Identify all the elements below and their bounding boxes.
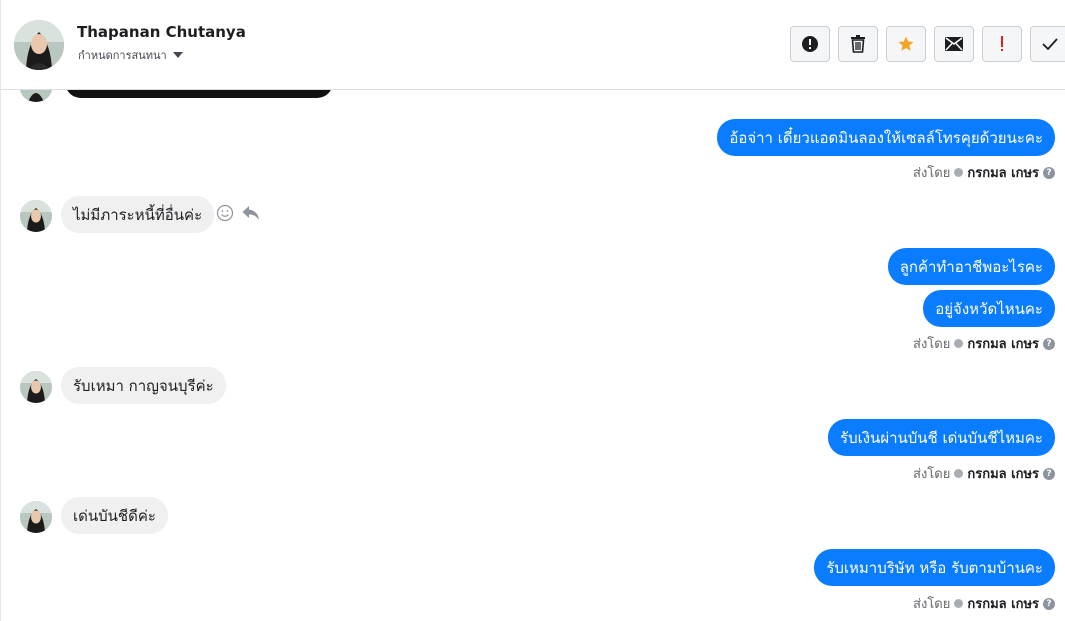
outgoing-message[interactable]: รับเหมาบริษัท หรือ รับตามบ้านคะ — [814, 549, 1055, 586]
alert-circle-icon — [802, 36, 818, 52]
message-actions — [216, 204, 260, 222]
conversation-toolbar — [790, 26, 1065, 62]
message-text: รับเงินผ่านบันชี เด่นบันชีไหมคะ — [840, 428, 1043, 447]
mark-unread-button[interactable] — [934, 26, 974, 62]
smiley-icon[interactable] — [216, 204, 234, 222]
outgoing-message[interactable]: อยู่จังหวัดไหนคะ — [923, 290, 1055, 327]
message-text: เด่นบันชีดีค่ะ — [73, 506, 156, 525]
reply-icon[interactable] — [242, 205, 260, 221]
sent-by-info: ส่งโดย กรกมล เกษร ? — [913, 333, 1055, 354]
message-text: รับเหมาบริษัท หรือ รับตามบ้านคะ — [826, 558, 1043, 577]
help-icon[interactable]: ? — [1043, 337, 1055, 350]
assign-conversation-dropdown[interactable]: กำหนดการสนทนา — [78, 46, 183, 64]
contact-avatar[interactable] — [14, 20, 64, 70]
incoming-message[interactable]: เด่นบันชีดีค่ะ — [61, 497, 168, 534]
sent-by-label: ส่งโดย — [913, 597, 951, 612]
contact-avatar-small — [20, 90, 52, 102]
sent-by-label: ส่งโดย — [913, 337, 951, 352]
message-text: อยู่จังหวัดไหนคะ — [935, 299, 1043, 318]
sent-by-label: ส่งโดย — [913, 166, 951, 181]
help-icon[interactable]: ? — [1043, 597, 1055, 610]
incoming-message[interactable]: รับเหมา กาญจนบุรีค่ะ — [61, 367, 226, 404]
contact-avatar-small — [20, 501, 52, 533]
contact-name: Thapanan Chutanya — [77, 23, 246, 41]
message-text: อ้อจ่าา เดี๋ยวแอดมินลองให้เซลล์โทรคุยด้ว… — [729, 128, 1043, 147]
mark-done-button[interactable] — [1030, 26, 1065, 62]
contact-avatar-small — [20, 200, 52, 232]
envelope-icon — [945, 37, 963, 51]
agent-name: กรกมล เกษร — [967, 467, 1039, 482]
incoming-message[interactable]: ไม่มีภาระหนี้ที่อื่นค่ะ — [61, 196, 215, 233]
mark-spam-button[interactable] — [790, 26, 830, 62]
sent-by-label: ส่งโดย — [913, 467, 951, 482]
agent-name: กรกมล เกษร — [967, 166, 1039, 181]
message-text: ลูกค้าทำอาชีพอะไรคะ — [899, 257, 1043, 276]
message-text: รับเหมา กาญจนบุรีค่ะ — [73, 376, 214, 395]
agent-name: กรกมล เกษร — [967, 337, 1039, 352]
contact-avatar-small — [20, 371, 52, 403]
help-icon[interactable]: ? — [1043, 467, 1055, 480]
conversation-header: Thapanan Chutanya กำหนดการสนทนา — [1, 0, 1065, 90]
outgoing-message[interactable]: อ้อจ่าา เดี๋ยวแอดมินลองให้เซลล์โทรคุยด้ว… — [717, 119, 1055, 156]
follow-up-button[interactable] — [982, 26, 1022, 62]
sent-by-info: ส่งโดย กรกมล เกษร ? — [913, 463, 1055, 484]
exclamation-icon — [1001, 36, 1003, 51]
star-button[interactable] — [886, 26, 926, 62]
message-text: ไม่มีภาระหนี้ที่อื่นค่ะ — [73, 205, 203, 224]
status-dot-icon — [954, 599, 964, 608]
star-icon — [898, 36, 914, 51]
status-dot-icon — [954, 469, 964, 478]
status-dot-icon — [954, 339, 964, 348]
message-list[interactable]: อ้อจ่าา เดี๋ยวแอดมินลองให้เซลล์โทรคุยด้ว… — [1, 90, 1065, 621]
delete-button[interactable] — [838, 26, 878, 62]
outgoing-message[interactable]: รับเงินผ่านบันชี เด่นบันชีไหมคะ — [828, 419, 1055, 456]
chat-window: Thapanan Chutanya กำหนดการสนทนา อ้อจ่าา … — [0, 0, 1065, 621]
outgoing-message[interactable]: ลูกค้าทำอาชีพอะไรคะ — [887, 248, 1055, 285]
assign-label: กำหนดการสนทนา — [78, 49, 167, 62]
trash-icon — [851, 35, 865, 53]
check-icon — [1042, 38, 1058, 50]
caret-down-icon — [172, 52, 183, 58]
image-attachment[interactable] — [65, 90, 333, 98]
sent-by-info: ส่งโดย กรกมล เกษร ? — [913, 162, 1055, 183]
agent-name: กรกมล เกษร — [967, 597, 1039, 612]
sent-by-info: ส่งโดย กรกมล เกษร ? — [913, 593, 1055, 614]
status-dot-icon — [954, 168, 964, 177]
help-icon[interactable]: ? — [1043, 166, 1055, 179]
